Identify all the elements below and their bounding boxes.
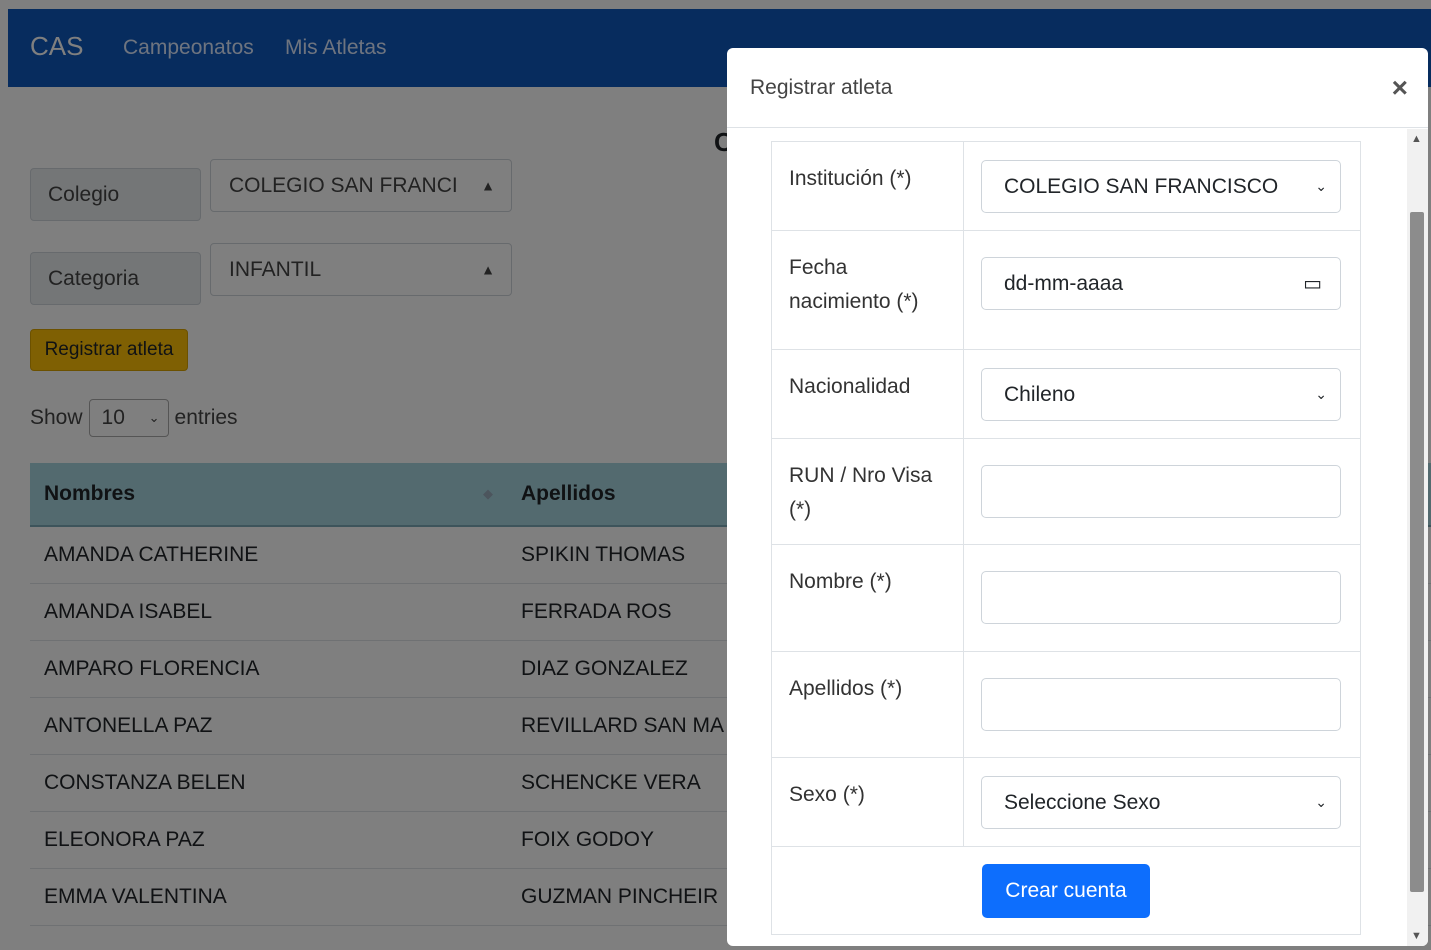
sexo-select[interactable]: Seleccione Sexo ⌄ [981,776,1341,829]
fecha-nacimiento-label: Fecha nacimiento (*) [771,230,964,350]
chevron-down-icon: ⌄ [1315,386,1327,402]
scroll-up-icon[interactable]: ▲ [1411,133,1422,145]
nombre-label: Nombre (*) [771,544,964,652]
nacionalidad-select[interactable]: Chileno ⌄ [981,368,1341,421]
modal-scrollbar[interactable]: ▲ ▼ [1407,129,1428,946]
scrollbar-thumb[interactable] [1410,212,1424,892]
create-account-button[interactable]: Crear cuenta [982,863,1150,918]
apellidos-input[interactable] [981,678,1341,731]
register-athlete-modal: Registrar atleta × Institución (*) COLEG… [727,48,1428,946]
sexo-value: Seleccione Sexo [1004,790,1161,814]
institucion-select[interactable]: COLEGIO SAN FRANCISCO ⌄ [981,160,1341,213]
fecha-nacimiento-placeholder: dd-mm-aaaa [1004,271,1124,295]
form-row-sexo: Sexo (*) Seleccione Sexo ⌄ [771,757,1361,847]
nacionalidad-label: Nacionalidad [771,349,964,439]
calendar-icon[interactable]: ▭ [1303,271,1322,296]
register-form: Institución (*) COLEGIO SAN FRANCISCO ⌄ … [771,141,1361,935]
chevron-down-icon: ⌄ [1315,178,1327,194]
modal-title: Registrar atleta [750,76,893,99]
nacionalidad-value: Chileno [1004,382,1076,406]
run-label: RUN / Nro Visa (*) [771,438,964,545]
form-row-submit: Crear cuenta [771,846,1361,935]
modal-body: Institución (*) COLEGIO SAN FRANCISCO ⌄ … [727,129,1407,946]
form-row-nacionalidad: Nacionalidad Chileno ⌄ [771,349,1361,439]
form-row-nombre: Nombre (*) [771,544,1361,652]
modal-header: Registrar atleta × [727,48,1428,128]
nombre-input[interactable] [981,571,1341,624]
scroll-down-icon[interactable]: ▼ [1411,930,1422,942]
submit-cell: Crear cuenta [771,846,1361,935]
institucion-label: Institución (*) [771,141,964,231]
apellidos-label: Apellidos (*) [771,651,964,758]
close-icon[interactable]: × [1392,72,1408,104]
sexo-label: Sexo (*) [771,757,964,847]
institucion-value: COLEGIO SAN FRANCISCO [1004,174,1279,198]
form-row-run: RUN / Nro Visa (*) [771,438,1361,545]
form-row-apellidos: Apellidos (*) [771,651,1361,758]
chevron-down-icon: ⌄ [1315,794,1327,810]
fecha-nacimiento-input[interactable]: dd-mm-aaaa ▭ [981,257,1341,310]
run-input[interactable] [981,465,1341,518]
form-row-institucion: Institución (*) COLEGIO SAN FRANCISCO ⌄ [771,141,1361,231]
form-row-fecha: Fecha nacimiento (*) dd-mm-aaaa ▭ [771,230,1361,350]
